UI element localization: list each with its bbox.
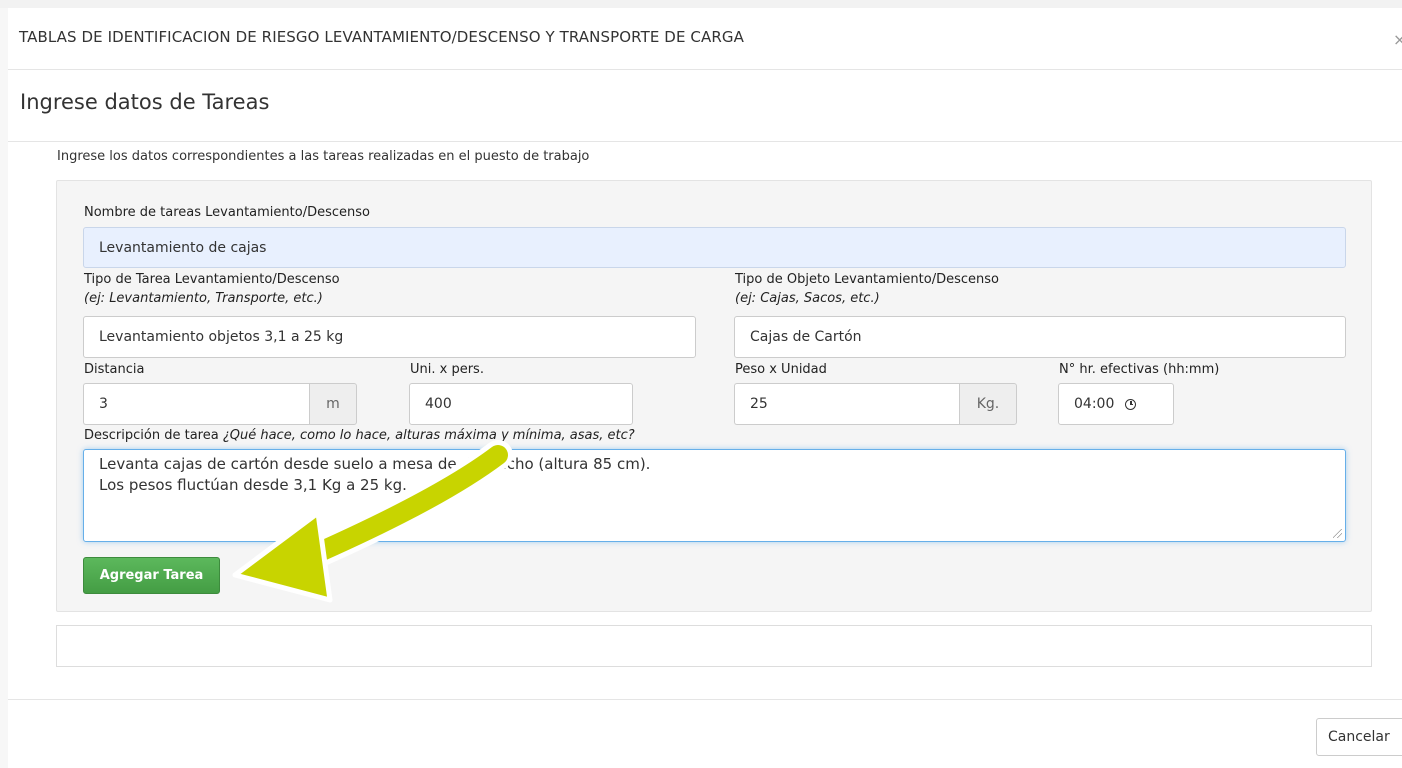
top-strip — [0, 0, 1402, 8]
tipo-tarea-input[interactable]: Levantamiento objetos 3,1 a 25 kg — [83, 316, 696, 358]
divider — [8, 141, 1402, 142]
resize-grip-icon[interactable] — [1333, 529, 1342, 538]
modal-header: TABLAS DE IDENTIFICACION DE RIESGO LEVAN… — [8, 8, 1402, 70]
tipo-tarea-label: Tipo de Tarea Levantamiento/Descenso — [84, 272, 340, 287]
horas-value: 04:00 — [1074, 396, 1115, 412]
distancia-value: 3 — [99, 396, 108, 412]
cancel-button[interactable]: Cancelar — [1316, 718, 1402, 756]
descripcion-hint: ¿Qué hace, como lo hace, alturas máxima … — [222, 428, 635, 443]
horas-time-input[interactable]: 04:00 — [1058, 383, 1174, 425]
tipo-objeto-input[interactable]: Cajas de Cartón — [734, 316, 1346, 358]
modal-title: TABLAS DE IDENTIFICACION DE RIESGO LEVAN… — [19, 28, 744, 46]
tipo-objeto-value: Cajas de Cartón — [750, 329, 862, 345]
close-icon[interactable]: × — [1393, 30, 1402, 49]
nombre-value: Levantamiento de cajas — [99, 239, 267, 256]
peso-input[interactable]: 25 — [734, 383, 959, 425]
descripcion-line: Levanta cajas de cartón desde suelo a me… — [99, 455, 651, 473]
tipo-tarea-value: Levantamiento objetos 3,1 a 25 kg — [99, 329, 344, 345]
section-title: Ingrese datos de Tareas — [20, 90, 270, 114]
left-strip — [0, 8, 8, 768]
descripcion-label: Descripción de tarea ¿Qué hace, como lo … — [84, 428, 635, 443]
uni-pers-input[interactable]: 400 — [409, 383, 633, 425]
distancia-input[interactable]: 3 — [83, 383, 309, 425]
instructions-text: Ingrese los datos correspondientes a las… — [57, 149, 590, 164]
tipo-objeto-hint: (ej: Cajas, Sacos, etc.) — [735, 291, 880, 306]
descripcion-line: Los pesos fluctúan desde 3,1 Kg a 25 kg. — [99, 476, 407, 494]
peso-label: Peso x Unidad — [735, 362, 827, 377]
uni-pers-value: 400 — [425, 396, 452, 412]
clock-icon[interactable] — [1125, 398, 1137, 410]
peso-unit-addon: Kg. — [959, 383, 1017, 425]
tipo-tarea-hint: (ej: Levantamiento, Transporte, etc.) — [84, 291, 323, 306]
tasks-list-panel — [56, 625, 1372, 667]
tipo-objeto-label: Tipo de Objeto Levantamiento/Descenso — [735, 272, 999, 287]
distancia-label: Distancia — [84, 362, 145, 377]
descripcion-textarea[interactable]: Levanta cajas de cartón desde suelo a me… — [83, 449, 1346, 542]
add-task-button[interactable]: Agregar Tarea — [83, 557, 220, 594]
descripcion-label-text: Descripción de tarea — [84, 428, 219, 443]
uni-pers-label: Uni. x pers. — [410, 362, 484, 377]
peso-value: 25 — [750, 396, 768, 412]
footer-divider — [8, 699, 1402, 700]
nombre-label: Nombre de tareas Levantamiento/Descenso — [84, 205, 370, 220]
horas-label: N° hr. efectivas (hh:mm) — [1059, 362, 1220, 377]
nombre-input[interactable]: Levantamiento de cajas — [83, 227, 1346, 268]
distancia-unit-addon: m — [309, 383, 357, 425]
